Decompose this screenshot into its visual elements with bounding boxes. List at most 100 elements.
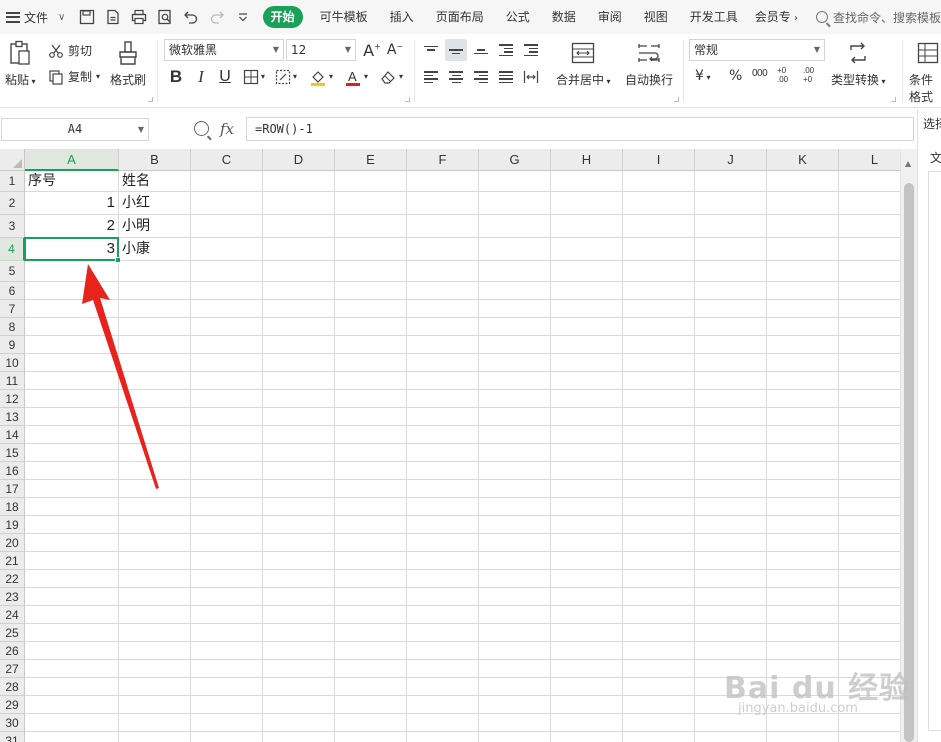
row-header-1[interactable]: 1 [0,171,25,192]
percent-button[interactable]: % [729,68,742,84]
row-header-22[interactable]: 22 [0,570,25,588]
font-color-dropdown-icon[interactable]: ▾ [364,72,368,81]
row-header-12[interactable]: 12 [0,390,25,408]
column-header-i[interactable]: I [623,149,695,171]
decrease-indent-icon[interactable] [495,39,517,61]
justify-icon[interactable] [495,66,517,88]
tab-formulas[interactable]: 公式 [495,0,541,34]
row-header-3[interactable]: 3 [0,215,25,238]
font-color-icon[interactable]: A [342,66,364,88]
row-header-5[interactable]: 5 [0,261,25,282]
align-top-icon[interactable] [420,39,442,61]
thousands-separator-button[interactable]: 000 [752,68,768,79]
name-box[interactable]: A4 ▼ [1,118,149,141]
row-header-27[interactable]: 27 [0,660,25,678]
row-header-6[interactable]: 6 [0,282,25,300]
row-header-8[interactable]: 8 [0,318,25,336]
distributed-align-icon[interactable] [520,66,542,88]
command-search[interactable]: 查找命令、搜索模板 [815,9,941,26]
formula-input[interactable]: =ROW()-1 [246,117,914,141]
cell-style-dropdown-icon[interactable]: ▾ [293,72,297,81]
column-header-b[interactable]: B [119,149,191,171]
row-header-13[interactable]: 13 [0,408,25,426]
decrease-decimal-button[interactable]: .00 +0 [803,66,825,84]
clipboard-group-launcher[interactable] [148,97,153,102]
bold-button[interactable]: B [165,66,187,88]
align-right-icon[interactable] [470,66,492,88]
column-header-f[interactable]: F [407,149,479,171]
row-header-10[interactable]: 10 [0,354,25,372]
format-painter-button[interactable]: 格式刷 [110,40,146,88]
tab-page-layout[interactable]: 页面布局 [425,0,495,34]
zoom-search-icon[interactable] [194,121,209,136]
wrap-text-button[interactable]: 自动换行 [625,40,673,88]
cell-style-icon[interactable] [272,66,294,88]
undo-icon[interactable] [181,7,201,27]
borders-icon[interactable] [240,66,262,88]
alignment-group-launcher[interactable] [674,97,679,102]
clear-eraser-icon[interactable] [377,66,399,88]
font-size-select[interactable]: 12 ▼ [286,39,356,61]
row-header-25[interactable]: 25 [0,624,25,642]
cell-a1[interactable]: 序号 [25,171,118,191]
underline-button[interactable]: U [214,66,236,88]
row-header-24[interactable]: 24 [0,606,25,624]
increase-decimal-button[interactable]: +0 .00 [777,66,799,84]
increase-font-size-icon[interactable]: A + [361,39,383,61]
tab-templates[interactable]: 可牛模板 [309,0,379,34]
tab-insert[interactable]: 插入 [379,0,425,34]
tab-member[interactable]: 会员专 › [749,0,804,34]
increase-indent-icon[interactable] [520,39,542,61]
row-header-11[interactable]: 11 [0,372,25,390]
fill-color-icon[interactable] [307,66,329,88]
column-header-g[interactable]: G [479,149,551,171]
customize-quick-access-icon[interactable] [233,7,253,27]
column-header-e[interactable]: E [335,149,407,171]
row-header-19[interactable]: 19 [0,516,25,534]
tab-view[interactable]: 视图 [633,0,679,34]
spreadsheet-grid[interactable]: ABCDEFGHIJKL 1 2 3 4 5 6 7 8 9 10 11 12 13 14 15 16 17 18… [0,149,900,742]
align-center-icon[interactable] [445,66,467,88]
merge-center-button[interactable]: 合并居中 ▾ [556,40,611,88]
align-middle-icon[interactable] [445,39,467,61]
row-header-16[interactable]: 16 [0,462,25,480]
row-header-20[interactable]: 20 [0,534,25,552]
decrease-font-size-icon[interactable]: A − [384,39,406,61]
row-header-28[interactable]: 28 [0,678,25,696]
cell-b1[interactable]: 姓名 [119,171,190,191]
row-header-14[interactable]: 14 [0,426,25,444]
row-header-2[interactable]: 2 [0,192,25,215]
fill-handle[interactable] [115,257,121,263]
row-header-17[interactable]: 17 [0,480,25,498]
row-header-18[interactable]: 18 [0,498,25,516]
row-header-26[interactable]: 26 [0,642,25,660]
tab-review[interactable]: 审阅 [587,0,633,34]
column-header-h[interactable]: H [551,149,623,171]
clear-dropdown-icon[interactable]: ▾ [399,72,403,81]
row-header-7[interactable]: 7 [0,300,25,318]
borders-dropdown-icon[interactable]: ▾ [261,72,265,81]
print-preview-icon[interactable] [155,7,175,27]
row-header-31[interactable]: 31 [0,732,25,742]
row-header-15[interactable]: 15 [0,444,25,462]
select-all-corner[interactable] [0,149,25,171]
insert-function-icon[interactable]: fx [220,120,234,138]
currency-button[interactable]: ¥ ▾ [695,68,710,84]
font-name-select[interactable]: 微软雅黑 ▼ [164,39,284,61]
row-header-4[interactable]: 4 [0,238,25,261]
task-pane-label[interactable]: 选择 [923,115,941,132]
file-menu[interactable]: 文件 ∨ [0,0,77,34]
cell-a3[interactable]: 2 [25,215,118,237]
font-group-launcher[interactable] [405,97,410,102]
number-group-launcher[interactable] [891,97,896,102]
row-header-9[interactable]: 9 [0,336,25,354]
row-header-29[interactable]: 29 [0,696,25,714]
conditional-format-button[interactable]: 条件格式 [909,40,941,105]
column-header-l[interactable]: L [839,149,900,171]
export-pdf-icon[interactable] [103,7,123,27]
print-icon[interactable] [129,7,149,27]
align-bottom-icon[interactable] [470,39,492,61]
vertical-scrollbar[interactable]: ▲ [900,149,917,742]
cell-b3[interactable]: 小明 [119,215,190,237]
tab-home[interactable]: 开始 [262,6,303,28]
